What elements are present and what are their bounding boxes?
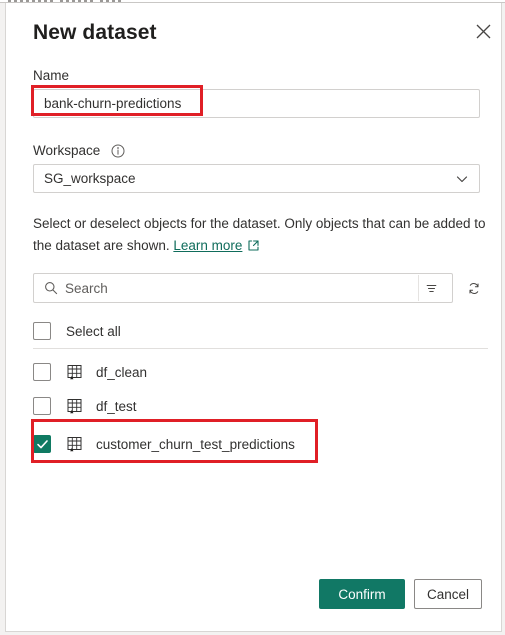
external-link-icon[interactable] xyxy=(247,237,260,259)
list-item-label: customer_churn_test_predictions xyxy=(96,436,295,452)
checkmark-icon xyxy=(36,439,48,448)
dataset-description: Select or deselect objects for the datas… xyxy=(33,213,488,259)
list-divider xyxy=(33,348,488,349)
info-icon[interactable] xyxy=(111,144,125,158)
search-box[interactable] xyxy=(33,273,453,303)
table-icon xyxy=(66,363,84,381)
confirm-button[interactable]: Confirm xyxy=(319,579,405,609)
refresh-icon xyxy=(469,282,479,294)
refresh-button[interactable] xyxy=(461,275,487,301)
name-input[interactable]: bank-churn-predictions xyxy=(33,89,480,118)
list-item-checkbox[interactable] xyxy=(33,397,51,415)
close-icon xyxy=(476,24,490,38)
list-item-checkbox[interactable] xyxy=(33,435,51,453)
list-item-checkbox[interactable] xyxy=(33,363,51,381)
workspace-label: Workspace xyxy=(33,143,101,158)
list-item-label: df_clean xyxy=(96,364,148,380)
search-icon xyxy=(44,281,58,295)
new-dataset-dialog: New dataset Name bank-churn-predictions … xyxy=(5,3,502,632)
select-all-row[interactable]: Select all xyxy=(33,316,488,346)
page-title: New dataset xyxy=(33,21,157,44)
name-label: Name xyxy=(33,68,70,83)
close-button[interactable] xyxy=(468,16,498,46)
filter-icon xyxy=(426,284,437,292)
workspace-dropdown-value: SG_workspace xyxy=(44,171,136,186)
select-all-label: Select all xyxy=(66,323,121,339)
search-input[interactable] xyxy=(65,280,414,296)
cancel-button[interactable]: Cancel xyxy=(414,579,482,609)
list-item[interactable]: df_clean xyxy=(33,357,488,387)
chevron-down-icon xyxy=(455,172,469,186)
select-all-checkbox[interactable] xyxy=(33,322,51,340)
filter-button[interactable] xyxy=(418,275,444,301)
list-item-label: df_test xyxy=(96,398,137,414)
name-input-value: bank-churn-predictions xyxy=(44,96,182,111)
learn-more-link[interactable]: Learn more xyxy=(173,238,242,253)
table-icon xyxy=(66,435,84,453)
list-item[interactable]: df_test xyxy=(33,391,488,421)
workspace-dropdown[interactable]: SG_workspace xyxy=(33,164,480,193)
list-item[interactable]: customer_churn_test_predictions xyxy=(33,429,488,459)
table-icon xyxy=(66,397,84,415)
